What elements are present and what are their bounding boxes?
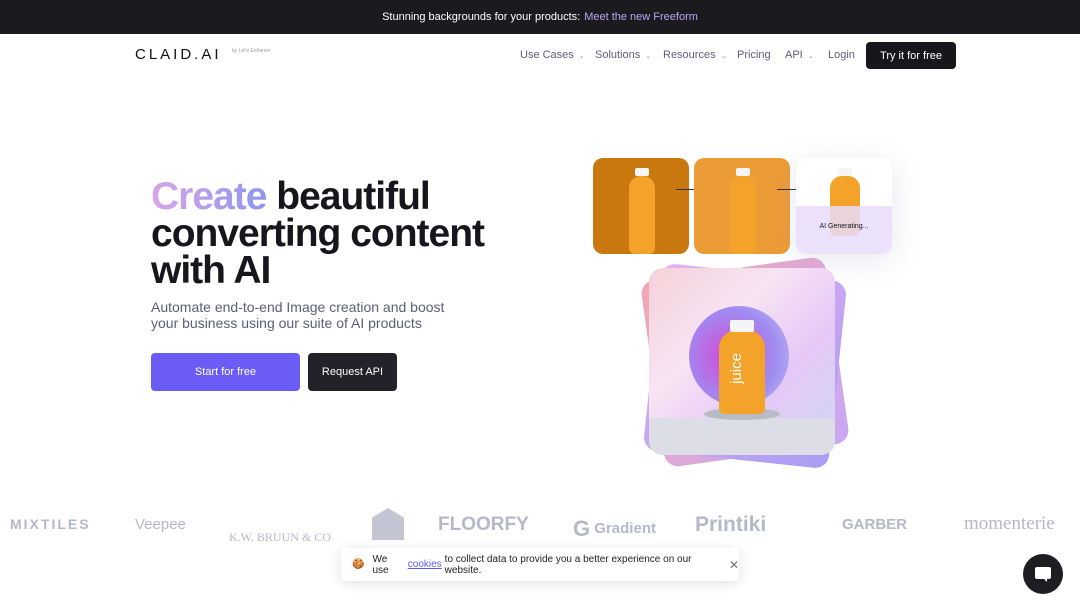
- logo-garber: GARBER: [842, 516, 908, 533]
- announcement-text: Stunning backgrounds for your products:: [382, 11, 581, 23]
- nav-label: Pricing: [737, 49, 771, 61]
- logo[interactable]: CLAID.AI: [135, 46, 222, 63]
- cookies-link[interactable]: cookies: [408, 559, 442, 570]
- logo-floorfy: FLOORFY: [438, 514, 529, 535]
- chevron-down-icon: ⌄: [720, 53, 727, 60]
- cookie-banner: 🍪 We use cookies to collect data to prov…: [341, 548, 739, 581]
- cookie-icon: 🍪: [352, 559, 365, 570]
- hero-title: Create beautiful converting content with…: [151, 177, 511, 290]
- nav-login[interactable]: Login: [828, 49, 855, 61]
- nav-label: Use Cases: [520, 49, 574, 61]
- nav-pricing[interactable]: Pricing: [737, 49, 771, 61]
- announcement-bar: Stunning backgrounds for your products: …: [0, 0, 1080, 34]
- request-api-button[interactable]: Request API: [308, 353, 397, 391]
- logo-text: Gradient: [594, 520, 656, 537]
- cookie-text-before: We use: [372, 553, 389, 576]
- try-free-button[interactable]: Try it for free: [866, 42, 956, 69]
- original-photo-tile: [593, 158, 689, 254]
- bottle-label: juice: [727, 353, 745, 384]
- announcement-link[interactable]: Meet the new Freeform: [584, 11, 698, 23]
- nav-resources[interactable]: Resources ⌄: [663, 49, 726, 61]
- nav-api[interactable]: API ⌄: [785, 49, 814, 61]
- nav-label: Solutions: [595, 49, 641, 61]
- chat-button[interactable]: [1023, 554, 1063, 594]
- logo-veepee: Veepee: [135, 516, 186, 533]
- nav-label: Resources: [663, 49, 716, 61]
- nav-use-cases[interactable]: Use Cases ⌄: [520, 49, 585, 61]
- nav-solutions[interactable]: Solutions ⌄: [595, 49, 651, 61]
- logo-mixtiles: MIXTILES: [10, 516, 91, 532]
- hero-subtitle: Automate end-to-end Image creation and b…: [151, 299, 445, 331]
- logo-printiki: Printiki: [695, 513, 767, 536]
- nav-label: Login: [828, 49, 855, 61]
- logo-momenterie: momenterie: [964, 513, 1055, 534]
- ai-generating-label: AI Generating...: [819, 223, 869, 230]
- client-logos: MIXTILES Veepee K.W. BRUUN & CO FLOORFY …: [0, 508, 1080, 548]
- cookie-text-after: to collect data to provide you a better …: [444, 553, 692, 576]
- logo-kw-bruun: K.W. BRUUN & CO: [229, 530, 331, 544]
- chevron-down-icon: ⌄: [645, 53, 652, 60]
- result-image: juice: [649, 268, 835, 455]
- chevron-down-icon: ⌄: [807, 53, 814, 60]
- logo-gradient: G Gradient: [573, 516, 656, 541]
- nav-label: API: [785, 49, 803, 61]
- start-free-button[interactable]: Start for free: [151, 353, 300, 391]
- logo-subtitle: by Let's Enhance: [232, 48, 271, 54]
- logo-ernie-haus: [372, 508, 404, 540]
- chevron-down-icon: ⌄: [578, 53, 585, 60]
- cleaned-photo-tile: [694, 158, 790, 254]
- ai-generating-tile: AI Generating...: [796, 158, 892, 254]
- close-icon[interactable]: ✕: [729, 558, 739, 572]
